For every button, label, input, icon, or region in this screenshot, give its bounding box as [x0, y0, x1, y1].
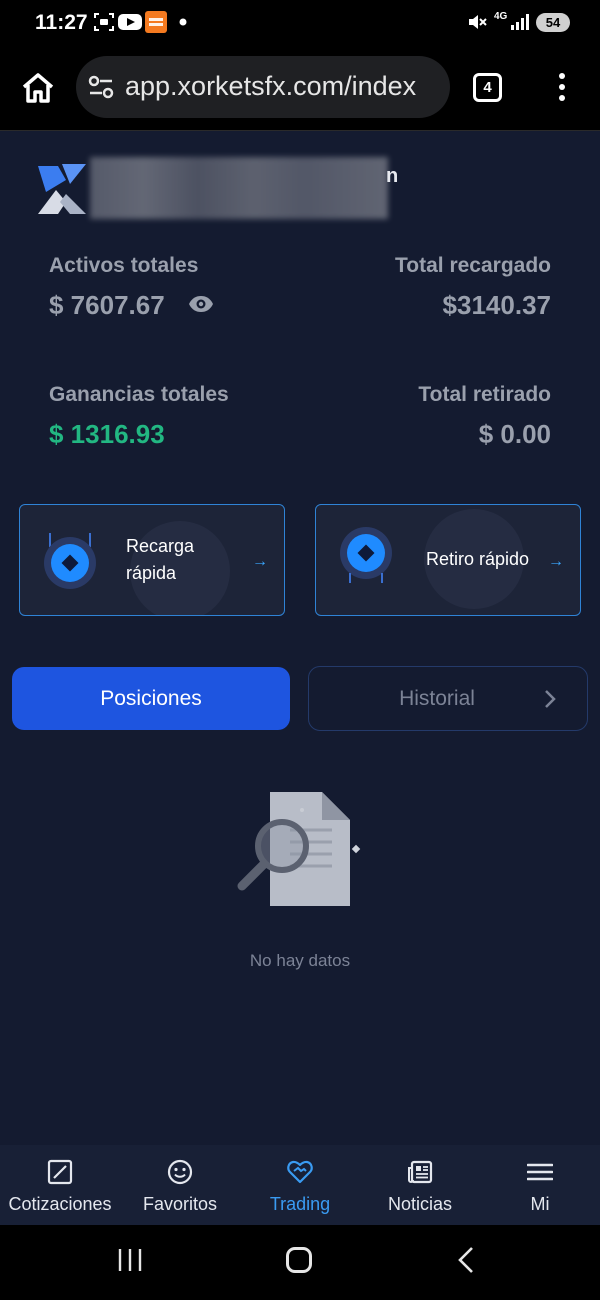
coin-icon	[340, 527, 392, 583]
nav-favoritos[interactable]: Favoritos	[120, 1145, 240, 1225]
tab-history-label: Historial	[399, 687, 475, 710]
no-data-illustration	[237, 792, 361, 906]
coin-icon	[44, 533, 96, 589]
status-time: 11:27	[35, 11, 88, 34]
status-bar: 11:27 4G 54	[0, 0, 600, 46]
nav-label: Mi	[530, 1194, 550, 1214]
signal-icon	[511, 14, 529, 30]
mute-icon	[469, 15, 487, 29]
nav-noticias[interactable]: Noticias	[360, 1145, 480, 1225]
total-assets-value: $ 7607.67	[49, 290, 165, 320]
quick-withdraw-label: Retiro rápido	[426, 549, 530, 569]
site-settings-icon[interactable]	[88, 75, 114, 99]
youtube-icon	[118, 14, 142, 30]
username: n	[386, 165, 399, 187]
tab-positions[interactable]: Posiciones	[12, 667, 290, 730]
nav-label: Favoritos	[142, 1194, 218, 1214]
address-bar[interactable]: app.xorketsfx.com/index	[76, 56, 450, 118]
smiley-icon	[167, 1159, 193, 1185]
quick-recharge-card[interactable]: Recarga rápida →	[19, 504, 285, 616]
chart-icon	[47, 1159, 73, 1185]
brand-logo	[38, 164, 86, 214]
network-label: 4G	[494, 11, 508, 22]
handshake-heart-icon	[287, 1160, 313, 1184]
browser-toolbar: app.xorketsfx.com/index 4	[0, 46, 600, 131]
total-profit-label: Ganancias totales	[49, 383, 229, 406]
battery-indicator: 54	[536, 13, 570, 32]
system-home-icon[interactable]	[286, 1247, 312, 1273]
nav-label: Noticias	[387, 1194, 453, 1214]
bottom-nav: Cotizaciones Favoritos Trading Noticias	[0, 1145, 600, 1225]
eye-icon[interactable]	[188, 294, 214, 314]
dot-icon	[179, 18, 187, 26]
url-text[interactable]: app.xorketsfx.com/index	[125, 71, 416, 102]
nav-trading[interactable]: Trading	[240, 1145, 360, 1225]
tabs-icon[interactable]: 4	[473, 73, 502, 102]
tab-history[interactable]: Historial	[308, 666, 588, 731]
back-icon[interactable]	[456, 1246, 476, 1274]
total-withdrawn-label: Total retirado	[418, 383, 551, 406]
temu-icon	[145, 11, 167, 33]
nav-cotizaciones[interactable]: Cotizaciones	[0, 1145, 120, 1225]
total-withdrawn-value: $ 0.00	[478, 419, 551, 449]
quick-recharge-label-1: Recarga	[126, 536, 195, 556]
menu-icon	[527, 1163, 553, 1181]
total-recharged-value: $3140.37	[442, 290, 551, 320]
newspaper-icon	[408, 1160, 433, 1184]
nav-label: Trading	[269, 1194, 331, 1214]
recent-apps-icon[interactable]	[117, 1247, 143, 1273]
quick-recharge-label-2: rápida	[126, 563, 177, 583]
system-nav-bar	[0, 1225, 600, 1300]
total-profit-value: $ 1316.93	[49, 419, 165, 449]
chevron-right-icon	[545, 690, 556, 708]
more-vert-icon[interactable]	[552, 70, 572, 106]
username-redacted	[90, 157, 388, 219]
screenshot-icon	[94, 13, 114, 31]
arrow-right-icon: →	[548, 553, 564, 570]
empty-state-text: No hay datos	[249, 951, 351, 970]
nav-label: Cotizaciones	[8, 1194, 112, 1214]
home-icon[interactable]	[18, 68, 58, 108]
total-recharged-label: Total recargado	[395, 254, 551, 277]
quick-withdraw-card[interactable]: Retiro rápido →	[315, 504, 581, 616]
total-assets-label: Activos totales	[49, 254, 199, 277]
nav-mi[interactable]: Mi	[480, 1145, 600, 1225]
arrow-right-icon: →	[252, 553, 268, 570]
